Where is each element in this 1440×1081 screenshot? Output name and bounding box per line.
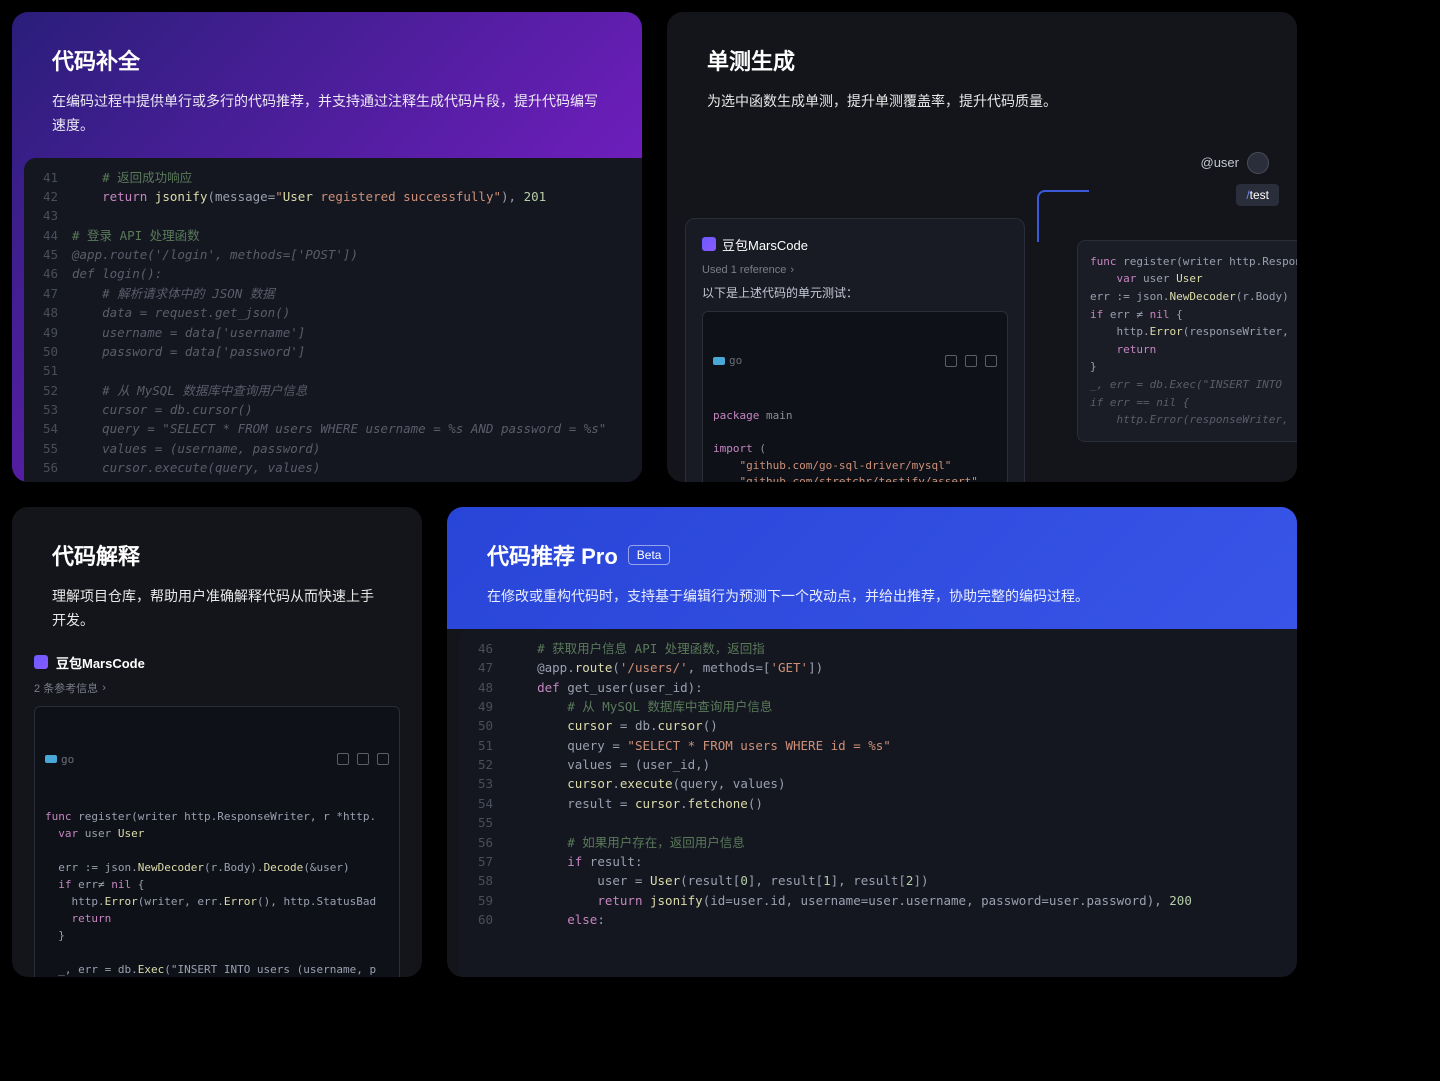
assistant-panel: 豆包MarsCode Used 1 reference › 以下是上述代码的单元测… — [685, 218, 1025, 482]
card-code-explain: 代码解释 理解项目仓库，帮助用户准确解释代码从而快速上手开发。 豆包MarsCo… — [12, 507, 422, 977]
card-title: 代码推荐 Pro Beta — [487, 539, 1257, 571]
chevron-right-icon: › — [790, 264, 794, 276]
go-icon — [713, 357, 725, 365]
title-text: 代码推荐 Pro — [487, 539, 618, 571]
assistant-name: 豆包MarsCode — [702, 235, 1008, 254]
test-chip-text: test — [1250, 188, 1269, 202]
card-title: 代码补全 — [52, 44, 602, 76]
card-header: 代码解释 理解项目仓库，帮助用户准确解释代码从而快速上手开发。 — [12, 507, 422, 653]
marscode-logo-icon — [702, 237, 716, 251]
ref-text: 2 条参考信息 — [34, 680, 98, 696]
card-header: 单测生成 为选中函数生成单测，提升单测覆盖率，提升代码质量。 — [667, 12, 1297, 134]
user-tag: @user — [685, 152, 1279, 174]
card-header: 代码补全 在编码过程中提供单行或多行的代码推荐，并支持通过注释生成代码片段，提升… — [12, 12, 642, 158]
lang-text: go — [729, 353, 742, 370]
card-title: 代码解释 — [52, 539, 382, 571]
ref-text: Used 1 reference — [702, 264, 786, 276]
reference-link[interactable]: Used 1 reference › — [702, 264, 1008, 276]
generated-code-block: go package main import ( "github.com/go-… — [702, 311, 1008, 482]
floating-code-preview: func register(writer http.Respon var use… — [1077, 240, 1297, 442]
arrow-connector-icon — [1029, 190, 1089, 250]
panel-subtitle: 以下是上述代码的单元测试： — [702, 284, 1008, 301]
test-command-chip[interactable]: /test — [1236, 184, 1279, 206]
insert-icon[interactable] — [357, 753, 369, 765]
code-chip-header: go — [713, 353, 997, 370]
marscode-logo-icon — [34, 655, 48, 669]
chevron-right-icon: › — [102, 682, 106, 694]
lang-badge: go — [45, 751, 74, 768]
code-editor-pro[interactable]: 46 # 获取用户信息 API 处理函数，返回指47 @app.route('/… — [459, 629, 1297, 977]
code-actions — [337, 753, 389, 765]
card-body: 豆包MarsCode 2 条参考信息 › go func register(wri… — [12, 653, 422, 977]
code-body: package main import ( "github.com/go-sql… — [713, 408, 997, 482]
code-editor-completion[interactable]: 41 # 返回成功响应42 return jsonify(message="Us… — [24, 158, 642, 482]
card-desc: 在编码过程中提供单行或多行的代码推荐，并支持通过注释生成代码片段，提升代码编写速… — [52, 90, 602, 138]
card-code-completion: 代码补全 在编码过程中提供单行或多行的代码推荐，并支持通过注释生成代码片段，提升… — [12, 12, 642, 482]
reference-link[interactable]: 2 条参考信息 › — [34, 680, 400, 696]
user-label: @user — [1201, 155, 1240, 170]
expand-icon[interactable] — [377, 753, 389, 765]
card-unittest: 单测生成 为选中函数生成单测，提升单测覆盖率，提升代码质量。 @user /te… — [667, 12, 1297, 482]
avatar-icon — [1247, 152, 1269, 174]
card-title: 单测生成 — [707, 44, 1257, 76]
panel-title: 豆包MarsCode — [722, 235, 808, 254]
assistant-name: 豆包MarsCode — [34, 653, 400, 672]
expand-icon[interactable] — [985, 355, 997, 367]
lang-badge: go — [713, 353, 742, 370]
copy-icon[interactable] — [337, 753, 349, 765]
card-code-pro: 代码推荐 Pro Beta 在修改或重构代码时，支持基于编辑行为预测下一个改动点… — [447, 507, 1297, 977]
code-block: go func register(writer http.ResponseWri… — [34, 706, 400, 977]
panel-title: 豆包MarsCode — [56, 653, 145, 672]
code-body: func register(writer http.ResponseWriter… — [45, 808, 389, 977]
card-header: 代码推荐 Pro Beta 在修改或重构代码时，支持基于编辑行为预测下一个改动点… — [447, 507, 1297, 629]
code-actions — [945, 355, 997, 367]
copy-icon[interactable] — [945, 355, 957, 367]
insert-icon[interactable] — [965, 355, 977, 367]
card-desc: 在修改或重构代码时，支持基于编辑行为预测下一个改动点，并给出推荐，协助完整的编码… — [487, 585, 1257, 609]
code-chip-header: go — [45, 751, 389, 768]
card-desc: 为选中函数生成单测，提升单测覆盖率，提升代码质量。 — [707, 90, 1257, 114]
lang-text: go — [61, 751, 74, 768]
go-icon — [45, 755, 57, 763]
card-desc: 理解项目仓库，帮助用户准确解释代码从而快速上手开发。 — [52, 585, 382, 633]
card-body: @user /test 豆包MarsCode Used 1 reference ›… — [667, 134, 1297, 482]
beta-badge: Beta — [628, 545, 671, 565]
